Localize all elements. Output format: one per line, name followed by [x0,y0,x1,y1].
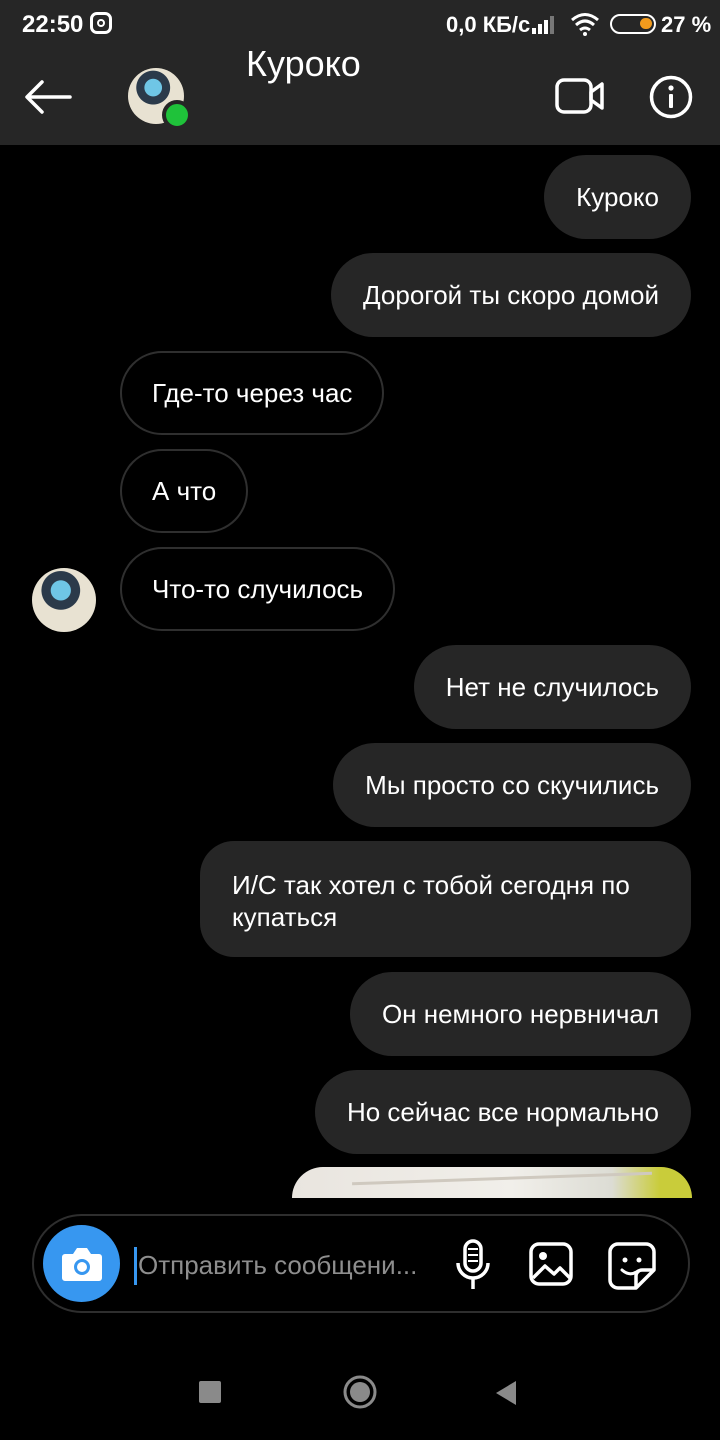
message-bubble-outgoing[interactable]: Нет не случилось [413,645,691,729]
nav-back-icon[interactable] [494,1379,518,1407]
wifi-icon [571,13,599,36]
message-bubble-outgoing[interactable]: Куроко [544,155,691,239]
message-input[interactable]: Отправить сообщени... [138,1246,438,1284]
system-nav-bar [0,1340,720,1440]
gallery-icon[interactable] [529,1242,573,1286]
microphone-icon[interactable] [455,1239,491,1291]
back-arrow-icon[interactable] [22,77,72,117]
message-bubble-outgoing[interactable]: Он немного нервничал [349,972,691,1056]
message-bubble-outgoing[interactable]: Дорогой ты скоро домой [331,253,691,337]
sticker-icon[interactable] [608,1242,656,1290]
info-icon[interactable] [649,75,693,119]
sender-avatar[interactable] [32,568,96,632]
chat-title[interactable]: Куроко [246,43,361,85]
video-call-icon[interactable] [555,76,605,116]
text-cursor [134,1247,137,1285]
camera-icon [62,1248,102,1281]
message-bubble-outgoing[interactable]: Мы просто со скучились [333,743,691,827]
home-icon[interactable] [343,1375,377,1409]
battery-icon [610,14,656,34]
instagram-icon [90,12,112,34]
signal-icon [532,16,554,34]
recent-apps-icon[interactable] [199,1381,221,1403]
camera-button[interactable] [43,1225,120,1302]
contact-avatar[interactable] [128,68,192,130]
message-composer: Отправить сообщени... [32,1214,690,1313]
photo-message-preview[interactable] [292,1167,692,1198]
message-bubble-incoming[interactable]: А что [120,449,249,533]
online-status-indicator [162,100,192,130]
status-time: 22:50 [22,11,84,38]
chat-header: Куроко [0,43,720,145]
message-bubble-outgoing[interactable]: И/С так хотел с тобой сегодня по купатьс… [200,841,691,957]
message-bubble-incoming[interactable]: Что-то случилось [120,547,396,631]
network-speed: 0,0 КБ/с [446,12,531,37]
battery-percent: 27 % [661,12,712,37]
message-bubble-outgoing[interactable]: Но сейчас все нормально [314,1070,691,1154]
message-bubble-incoming[interactable]: Где-то через час [120,351,385,435]
